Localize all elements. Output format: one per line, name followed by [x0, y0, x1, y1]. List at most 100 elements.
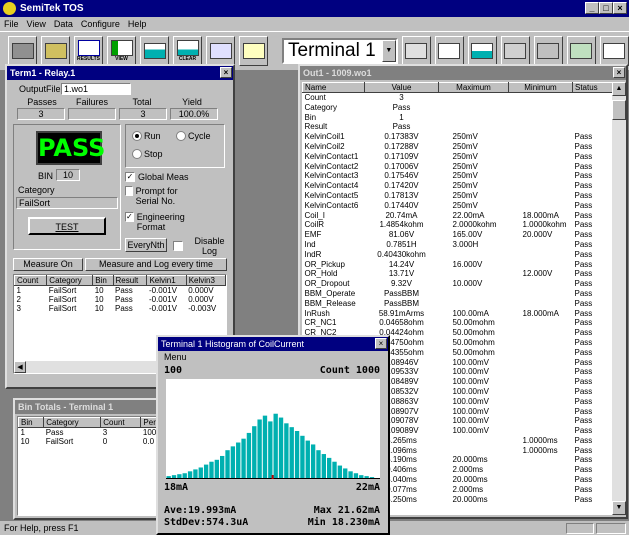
terminal-select[interactable]: Terminal 1 ▼ — [282, 38, 398, 64]
histogram-button[interactable] — [140, 36, 169, 66]
table-row[interactable]: KelvinContact6 0.17440V 250mV Pass — [303, 201, 613, 211]
log-col-bin[interactable]: Bin — [92, 275, 114, 286]
minimize-button[interactable]: _ — [585, 2, 599, 14]
table-row[interactable]: OR_Pickup 14.24V 16.000V Pass — [303, 260, 613, 270]
stop-radio[interactable]: Stop — [132, 149, 163, 159]
table-row[interactable]: Count 3 — [303, 93, 613, 103]
log-col-count[interactable]: Count — [14, 275, 48, 286]
graph-button[interactable] — [239, 36, 268, 66]
connect-button[interactable] — [401, 36, 431, 66]
edit-button[interactable] — [206, 36, 235, 66]
table-row[interactable]: Bin 1 — [303, 113, 613, 123]
col-value[interactable]: Value — [364, 82, 439, 93]
histogram-menu[interactable]: Menu — [158, 351, 388, 363]
table-row[interactable]: 2 FailSort 10 Pass -0.001V 0.000V — [15, 295, 226, 304]
log-col-kelvin3[interactable]: Kelvin3 — [185, 275, 226, 286]
setup-button[interactable] — [500, 36, 530, 66]
table-row[interactable]: Category Pass — [303, 103, 613, 113]
col-minimum[interactable]: Minimum — [508, 82, 573, 93]
scroll-thumb[interactable] — [612, 100, 626, 120]
open-button[interactable] — [8, 36, 37, 66]
menu-file[interactable]: File — [4, 19, 19, 29]
prompt-serial-checkbox[interactable]: Prompt for Serial No. — [125, 186, 195, 206]
table-row[interactable]: KelvinCoil1 0.17383V 250mV Pass — [303, 132, 613, 142]
global-meas-checkbox[interactable]: ✓ Global Meas — [125, 172, 189, 182]
stats-button[interactable] — [467, 36, 497, 66]
cycle-radio-button[interactable] — [176, 131, 186, 141]
table-row[interactable]: KelvinContact1 0.17109V 250mV Pass — [303, 152, 613, 162]
menu-view[interactable]: View — [27, 19, 46, 29]
scroll-left-icon[interactable]: ◀ — [14, 361, 26, 373]
histogram-bar — [289, 427, 294, 479]
print-button[interactable] — [41, 36, 70, 66]
scroll-down-icon[interactable]: ▼ — [612, 501, 626, 515]
table-row[interactable]: KelvinContact3 0.17546V 250mV Pass — [303, 171, 613, 181]
table-row[interactable]: KelvinContact5 0.17813V 250mV Pass — [303, 191, 613, 201]
table-row[interactable]: CR_NC1 0.04658ohm 50.00mohm Pass — [303, 318, 613, 328]
bin-col-category[interactable]: Category — [43, 417, 102, 428]
disable-log-check[interactable] — [173, 241, 183, 251]
status-pane — [566, 523, 594, 534]
clear-button[interactable]: CLEAR — [173, 36, 202, 66]
menu-configure[interactable]: Configure — [81, 19, 120, 29]
scroll-up-icon[interactable]: ▲ — [612, 82, 626, 96]
col-status[interactable]: Status — [572, 82, 612, 93]
test-button[interactable]: TEST — [28, 217, 106, 235]
table-row[interactable]: Result Pass — [303, 122, 613, 132]
log-col-result[interactable]: Result — [112, 275, 148, 286]
every-nth-button[interactable]: EveryNth — [125, 238, 167, 252]
term-window-close-button[interactable]: × — [220, 67, 232, 78]
table-row[interactable]: OR_Dropout 9.32V 10.000V Pass — [303, 279, 613, 289]
cycle-radio[interactable]: Cycle — [176, 131, 211, 141]
chevron-down-icon[interactable]: ▼ — [381, 40, 396, 62]
table-row[interactable]: KelvinContact2 0.17006V 250mV Pass — [303, 162, 613, 172]
menu-data[interactable]: Data — [54, 19, 73, 29]
output-file-field[interactable]: 1.wo1 — [61, 83, 131, 95]
col-maximum[interactable]: Maximum — [438, 82, 509, 93]
run-radio[interactable]: Run — [132, 131, 161, 141]
eng-format-check[interactable]: ✓ — [125, 212, 134, 222]
hardware-button[interactable] — [533, 36, 563, 66]
table-row[interactable]: BBM_Operate PassBBM Pass — [303, 289, 613, 299]
meter-button[interactable] — [566, 36, 596, 66]
menu-help[interactable]: Help — [128, 19, 147, 29]
table-row[interactable]: 1 FailSort 10 Pass -0.001V 0.000V — [15, 286, 226, 295]
run-radio-button[interactable] — [132, 131, 142, 141]
table-row[interactable]: IndR 0.40430kohm Pass — [303, 250, 613, 260]
table-row[interactable]: CoilR 1.4854kohm 2.0000kohm 1.0000kohm Pass — [303, 220, 613, 230]
table-row[interactable]: Ind 0.7851H 3.000H Pass — [303, 240, 613, 250]
view-button[interactable]: VIEW — [107, 36, 136, 66]
measure-on-button[interactable]: Measure On — [13, 258, 83, 271]
log-col-kelvin1[interactable]: Kelvin1 — [146, 275, 187, 286]
disable-log-checkbox[interactable]: Disable Log — [173, 236, 233, 256]
table-row[interactable]: KelvinCoil2 0.17288V 250mV Pass — [303, 142, 613, 152]
col-name[interactable]: Name — [302, 82, 365, 93]
log-col-category[interactable]: Category — [46, 275, 94, 286]
maximize-button[interactable]: □ — [599, 2, 613, 14]
table-row[interactable]: InRush 58.91mArms 100.00mA 18.000mA Pass — [303, 309, 613, 319]
results-cell — [509, 367, 573, 377]
table-row[interactable]: BBM_Release PassBBM Pass — [303, 299, 613, 309]
prompt-serial-check[interactable] — [125, 186, 133, 196]
eng-format-checkbox[interactable]: ✓ Engineering Format — [125, 212, 195, 232]
manual-button[interactable] — [599, 36, 629, 66]
table-row[interactable]: OR_Hold 13.71V 12.000V Pass — [303, 269, 613, 279]
close-button[interactable]: × — [613, 2, 627, 14]
stop-radio-button[interactable] — [132, 149, 142, 159]
table-row[interactable]: 3 FailSort 10 Pass -0.001V -0.003V — [15, 304, 226, 313]
results-vscrollbar[interactable]: ▲ ▼ — [612, 82, 626, 515]
histogram-close-button[interactable]: × — [375, 338, 387, 349]
table-row[interactable]: 10 FailSort 0 0.0 — [19, 437, 168, 446]
global-meas-check[interactable]: ✓ — [125, 172, 135, 182]
table-row[interactable]: Coil_I 20.74mA 22.00mA 18.000mA Pass — [303, 211, 613, 221]
table-row[interactable]: EMF 81.06V 165.00V 20.000V Pass — [303, 230, 613, 240]
table-row[interactable]: KelvinContact4 0.17420V 250mV Pass — [303, 181, 613, 191]
results-close-button[interactable]: × — [613, 67, 625, 78]
bin-col-bin[interactable]: Bin — [18, 417, 45, 428]
measure-mode-button[interactable]: Measure and Log every time — [85, 258, 227, 271]
bin-col-count[interactable]: Count — [100, 417, 142, 428]
results-cell: Pass — [574, 190, 593, 200]
results-button[interactable]: RESULTS — [74, 36, 103, 66]
table-button[interactable] — [434, 36, 464, 66]
table-row[interactable]: 1 Pass 3 100 — [19, 428, 168, 437]
